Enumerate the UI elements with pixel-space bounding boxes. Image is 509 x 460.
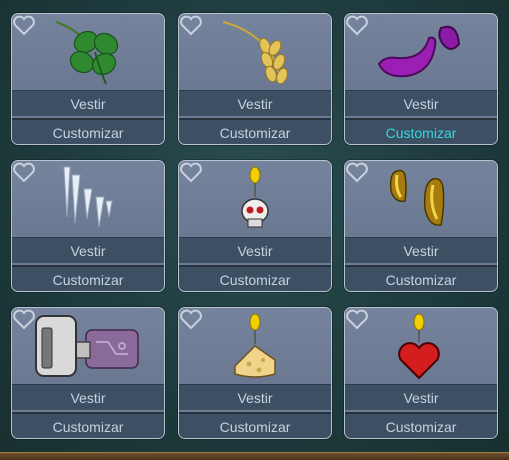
item-panel: Vestir Customizar Vestir Customizar Vest…	[0, 0, 509, 460]
wear-button[interactable]: Vestir	[12, 237, 164, 263]
item-card[interactable]: Vestir Customizar	[344, 160, 498, 292]
customize-button[interactable]: Customizar	[345, 265, 497, 291]
item-preview	[345, 161, 497, 236]
wear-button[interactable]: Vestir	[179, 90, 331, 116]
customize-button[interactable]: Customizar	[179, 118, 331, 144]
bottom-frame-edge	[0, 452, 509, 460]
wear-button[interactable]: Vestir	[12, 90, 164, 116]
customize-button[interactable]: Customizar	[12, 412, 164, 438]
item-preview	[345, 14, 497, 89]
item-card[interactable]: Vestir Customizar	[11, 160, 165, 292]
wear-button[interactable]: Vestir	[345, 90, 497, 116]
wear-button[interactable]: Vestir	[179, 237, 331, 263]
item-card[interactable]: Vestir Customizar	[11, 13, 165, 145]
heart-outline-icon[interactable]	[345, 308, 369, 330]
heart-outline-icon[interactable]	[179, 308, 203, 330]
heart-outline-icon[interactable]	[179, 161, 203, 183]
wear-button[interactable]: Vestir	[12, 384, 164, 410]
item-card[interactable]: Vestir Customizar	[178, 13, 332, 145]
item-card[interactable]: Vestir Customizar	[11, 307, 165, 439]
item-card[interactable]: Vestir Customizar	[344, 13, 498, 145]
wear-button[interactable]: Vestir	[179, 384, 331, 410]
customize-button[interactable]: Customizar	[12, 118, 164, 144]
heart-outline-icon[interactable]	[12, 308, 36, 330]
item-preview	[345, 308, 497, 383]
item-preview	[179, 161, 331, 236]
customize-button[interactable]: Customizar	[12, 265, 164, 291]
customize-button[interactable]: Customizar	[345, 412, 497, 438]
item-preview	[12, 161, 164, 236]
heart-outline-icon[interactable]	[12, 161, 36, 183]
item-grid: Vestir Customizar Vestir Customizar Vest…	[0, 0, 509, 452]
wear-button[interactable]: Vestir	[345, 384, 497, 410]
customize-button[interactable]: Customizar	[179, 265, 331, 291]
customize-button[interactable]: Customizar	[179, 412, 331, 438]
heart-outline-icon[interactable]	[179, 14, 203, 36]
customize-button[interactable]: Customizar	[345, 118, 497, 144]
item-card[interactable]: Vestir Customizar	[178, 160, 332, 292]
item-preview	[12, 308, 164, 383]
item-card[interactable]: Vestir Customizar	[178, 307, 332, 439]
item-card[interactable]: Vestir Customizar	[344, 307, 498, 439]
heart-outline-icon[interactable]	[345, 14, 369, 36]
heart-outline-icon[interactable]	[12, 14, 36, 36]
item-preview	[179, 308, 331, 383]
wear-button[interactable]: Vestir	[345, 237, 497, 263]
heart-outline-icon[interactable]	[345, 161, 369, 183]
item-preview	[179, 14, 331, 89]
item-preview	[12, 14, 164, 89]
